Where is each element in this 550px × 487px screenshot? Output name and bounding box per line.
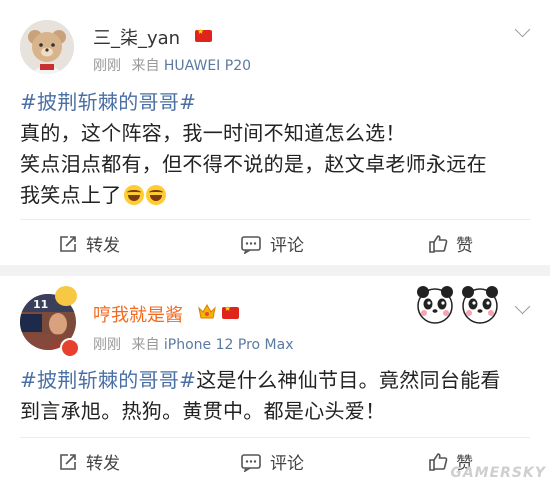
avatar-badge: 11 — [33, 298, 49, 311]
repost-label: 转发 — [86, 454, 120, 474]
comment-button[interactable]: 评论 — [240, 449, 304, 474]
topic-link[interactable]: #披荆斩棘的哥哥# — [20, 368, 196, 392]
username[interactable]: 三_柒_yan — [93, 24, 180, 50]
repost-button[interactable]: 转发 — [58, 449, 120, 474]
crown-badge-icon — [198, 303, 216, 320]
comment-icon — [241, 453, 261, 472]
thumbs-up-icon — [429, 234, 448, 253]
repost-label: 转发 — [86, 236, 120, 256]
laughing-tears-emoji-icon — [123, 185, 144, 205]
content-text: 我笑点上了 — [20, 183, 122, 207]
avatar[interactable] — [20, 20, 74, 74]
post-separator — [0, 265, 550, 276]
china-flag-icon — [195, 27, 212, 42]
content-line: 到言承旭。热狗。黄贯中。都是心头爱！ — [20, 399, 386, 423]
source-prefix: 来自 — [131, 337, 160, 353]
china-flag-icon — [222, 304, 239, 319]
like-button[interactable]: 赞 — [428, 231, 473, 256]
post-meta: 刚刚 来自 iPhone 12 Pro Max — [93, 334, 293, 354]
comment-button[interactable]: 评论 — [240, 231, 304, 256]
content-line: 我笑点上了 — [20, 180, 530, 211]
post-content: #披荆斩棘的哥哥# 真的，这个阵容，我一时间不知道怎么选！ 笑点泪点都有，但不得… — [20, 87, 530, 211]
panda-decoration-icon — [417, 286, 498, 324]
comment-label: 评论 — [270, 454, 304, 474]
thumbs-up-icon — [429, 452, 448, 471]
divider — [20, 437, 530, 438]
comment-label: 评论 — [270, 236, 304, 256]
repost-button[interactable]: 转发 — [58, 231, 120, 256]
source-prefix: 来自 — [131, 58, 160, 74]
gamersky-watermark: GAMERSKY — [450, 465, 546, 481]
post-meta: 刚刚 来自 HUAWEI P20 — [93, 55, 251, 75]
content-line: #披荆斩棘的哥哥#这是什么神仙节目。竟然同台能看 — [20, 365, 530, 396]
divider — [20, 219, 530, 220]
avatar-pendant-icon — [55, 286, 77, 306]
source-device[interactable]: HUAWEI P20 — [164, 58, 251, 74]
post-content: #披荆斩棘的哥哥#这是什么神仙节目。竟然同台能看 到言承旭。热狗。黄贯中。都是心… — [20, 365, 530, 427]
post-time: 刚刚 — [93, 58, 121, 74]
content-line: 真的，这个阵容，我一时间不知道怎么选！ — [20, 121, 406, 145]
weibo-post-2: 11 哼我就是酱 刚刚 来自 iPhone 12 Pro Max #披荆斩 — [0, 276, 550, 487]
chevron-down-icon[interactable] — [514, 298, 531, 315]
post-time: 刚刚 — [93, 337, 121, 353]
content-text: 这是什么神仙节目。竟然同台能看 — [196, 368, 501, 392]
topic-link[interactable]: #披荆斩棘的哥哥# — [20, 87, 530, 118]
weibo-post-1: 三_柒_yan 刚刚 来自 HUAWEI P20 #披荆斩棘的哥哥# 真的，这个… — [0, 0, 550, 265]
like-label: 赞 — [456, 236, 473, 256]
laughing-tears-emoji-icon — [145, 185, 166, 205]
chevron-down-icon[interactable] — [514, 21, 531, 38]
repost-icon — [60, 453, 76, 470]
content-line: 笑点泪点都有，但不得不说的是，赵文卓老师永远在 — [20, 152, 487, 176]
comment-icon — [241, 235, 261, 254]
source-device[interactable]: iPhone 12 Pro Max — [164, 337, 294, 353]
repost-icon — [60, 235, 76, 252]
vip-badge-icon — [60, 338, 80, 358]
teddy-bear-avatar-icon — [20, 20, 74, 74]
username[interactable]: 哼我就是酱 — [93, 301, 183, 327]
